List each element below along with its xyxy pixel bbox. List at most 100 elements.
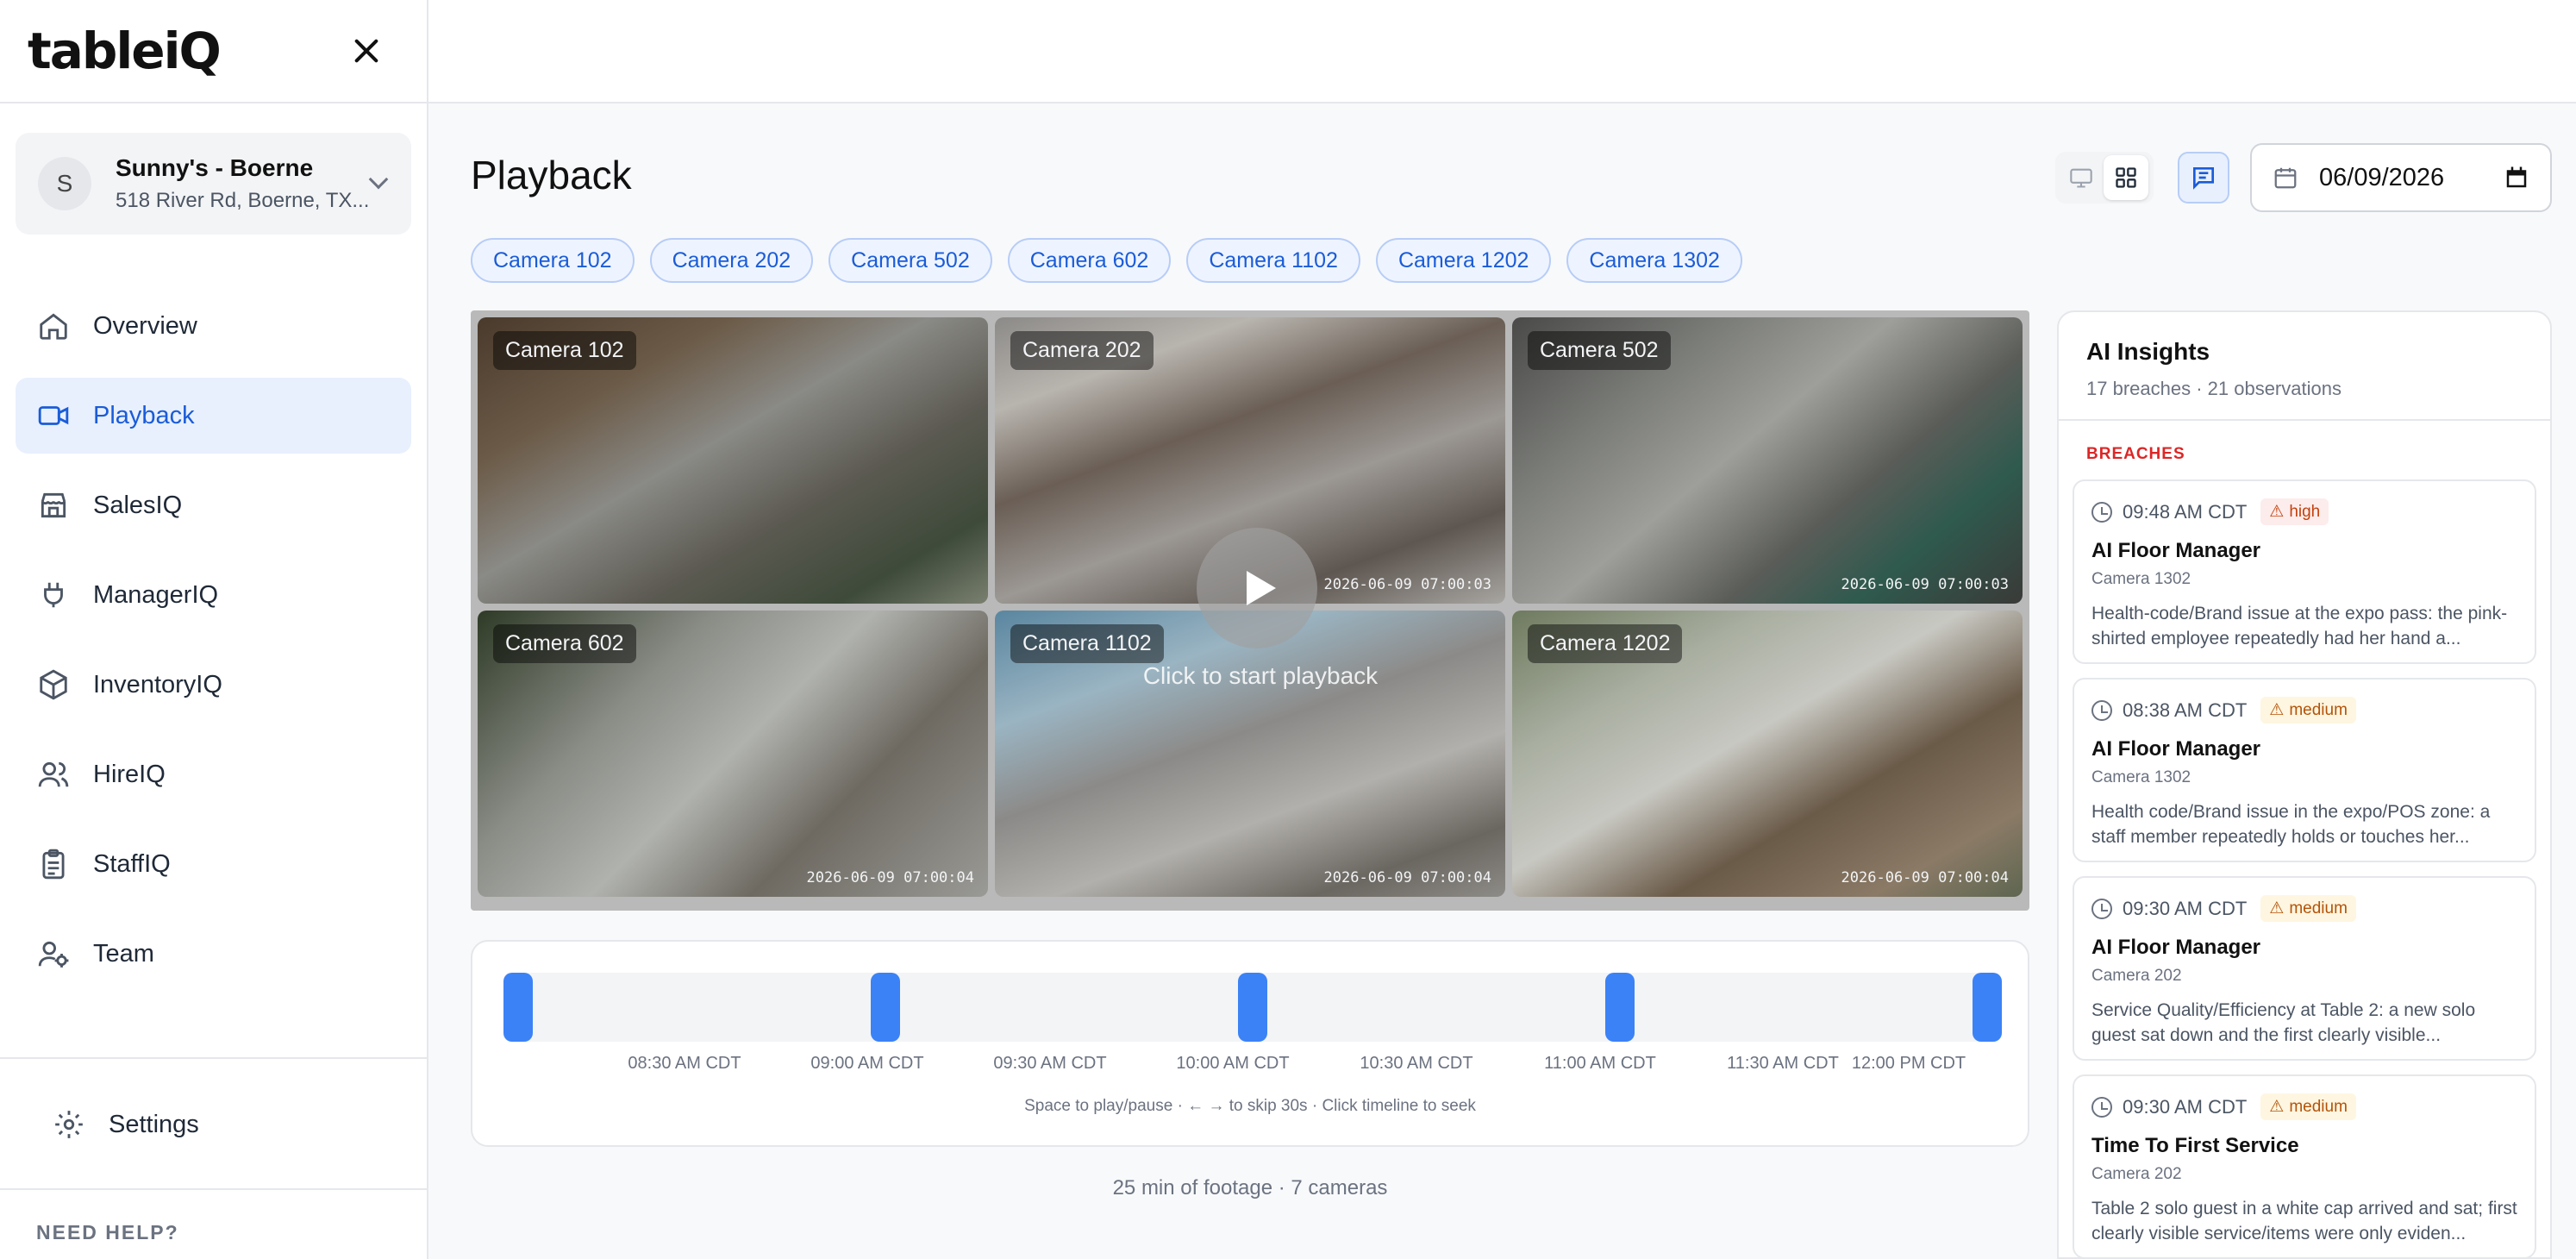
- playback-hint: Click to start playback: [1142, 662, 1379, 689]
- need-help-link[interactable]: NEED HELP?: [36, 1221, 179, 1244]
- camera-label: Camera 1202: [1528, 624, 1683, 663]
- camera-chip[interactable]: Camera 602: [1007, 238, 1172, 283]
- insight-card-header: 09:48 AM CDT ⚠ high: [2091, 498, 2517, 525]
- timeline-tick: 12:00 PM CDT: [1851, 1054, 1966, 1073]
- nav-item-hireiq[interactable]: HireIQ: [16, 736, 411, 812]
- view-toggle: [2055, 152, 2154, 204]
- camera-label: Camera 502: [1528, 331, 1671, 370]
- timeline-marker[interactable]: [871, 973, 900, 1042]
- insight-card[interactable]: 09:48 AM CDT ⚠ high AI Floor Manager Came…: [2073, 479, 2536, 664]
- insight-card-header: 09:30 AM CDT ⚠ medium: [2091, 895, 2517, 922]
- nav-label: InventoryIQ: [93, 670, 222, 698]
- warning-icon: ⚠: [2269, 1098, 2285, 1116]
- single-view-button[interactable]: [2059, 155, 2104, 200]
- insight-title: AI Floor Manager: [2091, 539, 2261, 562]
- nav-item-playback[interactable]: Playback: [16, 378, 411, 454]
- nav-item-staffiq[interactable]: StaffIQ: [16, 826, 411, 902]
- message-icon: [2193, 167, 2214, 190]
- timeline-marker[interactable]: [1605, 973, 1635, 1042]
- gear-icon: [52, 1107, 86, 1142]
- clock-icon: [2091, 1096, 2112, 1118]
- date-value: 06/09/2026: [2319, 163, 2445, 191]
- camera-chip[interactable]: Camera 102: [471, 238, 635, 283]
- box-icon: [36, 667, 71, 702]
- ai-insights-panel: AI Insights 17 breaches · 21 observation…: [2057, 310, 2552, 1259]
- timeline-tick: 09:30 AM CDT: [993, 1054, 1107, 1073]
- timeline-marker[interactable]: [503, 973, 533, 1042]
- camera-timestamp: 2026-06-09 07:00:03: [1841, 576, 2009, 593]
- ai-insights-toggle-button[interactable]: [2178, 152, 2229, 204]
- warning-icon: ⚠: [2269, 701, 2285, 719]
- ai-insights-title: AI Insights: [2086, 338, 2210, 365]
- camera-chip[interactable]: Camera 1302: [1566, 238, 1742, 283]
- nav-item-settings[interactable]: Settings: [31, 1087, 415, 1162]
- home-icon: [36, 309, 71, 343]
- store-icon: [36, 488, 71, 523]
- camera-feed[interactable]: Camera 102: [478, 317, 988, 604]
- camera-chip[interactable]: Camera 502: [828, 238, 992, 283]
- camera-feed[interactable]: Camera 502 2026-06-09 07:00:03: [1512, 317, 2023, 604]
- insight-camera: Camera 202: [2091, 967, 2182, 985]
- logo-row: tableiQ: [0, 0, 427, 102]
- insight-title: AI Floor Manager: [2091, 936, 2261, 959]
- severity-badge: ⚠ high: [2260, 498, 2329, 525]
- severity-label: medium: [2289, 899, 2348, 918]
- timeline: 08:30 AM CDT 09:00 AM CDT 09:30 AM CDT 1…: [471, 940, 2029, 1147]
- location-name: Sunny's - Boerne: [116, 154, 314, 181]
- footage-summary: 25 min of footage · 7 cameras: [1112, 1176, 1388, 1199]
- camera-label: Camera 1102: [1010, 624, 1164, 663]
- grid-icon: [2116, 167, 2136, 188]
- camera-label: Camera 102: [493, 331, 636, 370]
- brand-logo[interactable]: tableiQ: [28, 22, 222, 80]
- camera-timestamp: 2026-06-09 07:00:04: [1323, 869, 1491, 886]
- grid-view-button[interactable]: [2104, 155, 2148, 200]
- timeline-tick: 10:30 AM CDT: [1360, 1054, 1473, 1073]
- insight-description: Health-code/Brand issue at the expo pass…: [2091, 604, 2508, 648]
- timeline-marker[interactable]: [1238, 973, 1267, 1042]
- nav-label: StaffIQ: [93, 849, 171, 878]
- calendar-picker-icon[interactable]: [2504, 165, 2529, 191]
- close-sidebar-icon[interactable]: [351, 35, 382, 66]
- nav-item-inventoryiq[interactable]: InventoryIQ: [16, 647, 411, 723]
- nav-item-salesiq[interactable]: SalesIQ: [16, 467, 411, 543]
- sidebar: tableiQ S Sunny's - Boerne 518 River Rd,…: [0, 0, 428, 1259]
- clock-icon: [2091, 898, 2112, 919]
- breaches-section-title: BREACHES: [2086, 445, 2185, 463]
- clipboard-icon: [36, 847, 71, 881]
- divider: [0, 1188, 428, 1190]
- camera-chip[interactable]: Camera 1102: [1186, 238, 1360, 283]
- camera-chip[interactable]: Camera 1202: [1375, 238, 1552, 283]
- location-text: Sunny's - Boerne 518 River Rd, Boerne, T…: [116, 154, 369, 213]
- location-address: 518 River Rd, Boerne, TX...: [116, 189, 370, 212]
- location-avatar: S: [38, 157, 91, 210]
- camera-timestamp: 2026-06-09 07:00:04: [1841, 869, 2009, 886]
- camera-chip[interactable]: Camera 202: [649, 238, 814, 283]
- severity-label: medium: [2289, 700, 2348, 719]
- nav-label: HireIQ: [93, 760, 166, 788]
- clock-icon: [2091, 501, 2112, 523]
- camera-filter-chips: Camera 102 Camera 202 Camera 502 Camera …: [471, 238, 1742, 283]
- camera-feed[interactable]: Camera 602 2026-06-09 07:00:04: [478, 611, 988, 897]
- insight-camera: Camera 202: [2091, 1165, 2182, 1183]
- timeline-track[interactable]: [503, 973, 2002, 1042]
- play-button[interactable]: [1197, 528, 1317, 648]
- nav-item-team[interactable]: Team: [16, 916, 411, 992]
- insight-card[interactable]: 09:30 AM CDT ⚠ medium Time To First Servi…: [2073, 1074, 2536, 1257]
- monitor-icon: [2070, 168, 2092, 188]
- timeline-marker[interactable]: [1973, 973, 2002, 1042]
- ai-insights-subtitle: 17 breaches · 21 observations: [2086, 378, 2342, 399]
- insight-card[interactable]: 09:30 AM CDT ⚠ medium AI Floor Manager Ca…: [2073, 876, 2536, 1061]
- date-picker[interactable]: 06/09/2026: [2250, 143, 2552, 212]
- nav-item-overview[interactable]: Overview: [16, 288, 411, 364]
- divider: [0, 102, 427, 103]
- camera-feed[interactable]: Camera 1102 2026-06-09 07:00:04: [995, 611, 1505, 897]
- location-selector[interactable]: S Sunny's - Boerne 518 River Rd, Boerne,…: [16, 133, 411, 235]
- timeline-tick: 09:00 AM CDT: [810, 1054, 924, 1073]
- nav-item-manageriq[interactable]: ManagerIQ: [16, 557, 411, 633]
- insight-camera: Camera 1302: [2091, 570, 2191, 588]
- camera-feed[interactable]: Camera 1202 2026-06-09 07:00:04: [1512, 611, 2023, 897]
- chevron-down-icon: [368, 169, 389, 190]
- insight-card[interactable]: 08:38 AM CDT ⚠ medium AI Floor Manager Ca…: [2073, 678, 2536, 862]
- calendar-icon: [2274, 167, 2297, 189]
- ai-insights-header: AI Insights 17 breaches · 21 observation…: [2059, 312, 2550, 421]
